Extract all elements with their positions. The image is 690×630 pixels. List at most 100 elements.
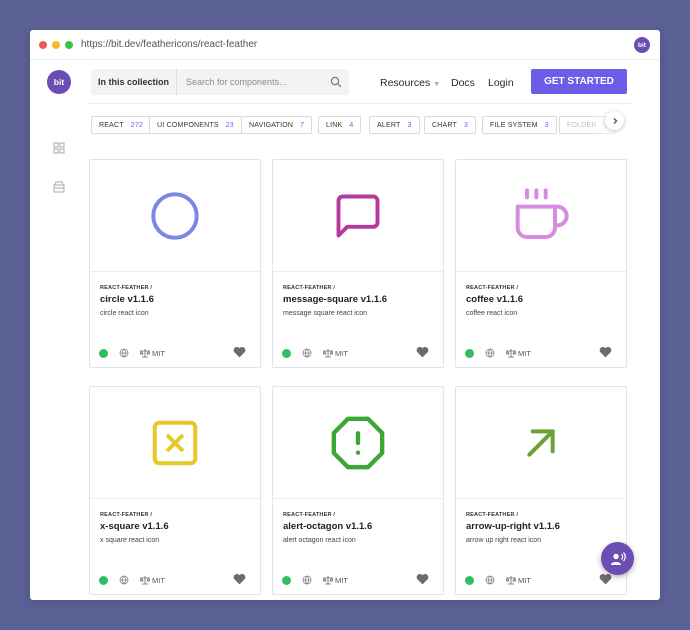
card-footer: MIT: [99, 346, 246, 359]
card-scope: REACT-FEATHER /: [283, 512, 336, 518]
card-preview: [456, 387, 626, 499]
status-dot: [465, 349, 474, 358]
chip-count: 272: [130, 121, 144, 129]
filter-chip-chart[interactable]: CHART 3: [424, 116, 477, 134]
search-scope-label[interactable]: In this collection: [91, 69, 178, 95]
circle-icon: [151, 191, 199, 240]
chip-label: ALERT: [377, 121, 401, 129]
status-dot: [282, 576, 291, 585]
status-dot: [465, 576, 474, 585]
close-window-dot[interactable]: [39, 41, 47, 49]
license-label: MIT: [506, 575, 531, 585]
chip-label: NAVIGATION: [249, 121, 294, 129]
license-label: MIT: [323, 348, 348, 358]
globe-icon: [302, 348, 312, 358]
chip-count: 3: [407, 121, 412, 129]
card-footer: MIT: [282, 573, 429, 586]
filter-chip-alert[interactable]: ALERT 3: [369, 116, 420, 134]
browser-titlebar: https://bit.dev/feathericons/react-feath…: [30, 30, 660, 60]
get-started-button[interactable]: GET STARTED: [531, 69, 627, 94]
search-input[interactable]: Search for components...: [177, 77, 330, 87]
heart-icon[interactable]: [599, 573, 612, 585]
component-card-circle[interactable]: REACT-FEATHER / circle v1.1.6 circle rea…: [89, 159, 261, 368]
card-title[interactable]: message-square v1.1.6: [283, 294, 387, 305]
license-label: MIT: [140, 575, 165, 585]
card-description: circle react icon: [100, 310, 149, 317]
card-title[interactable]: arrow-up-right v1.1.6: [466, 521, 560, 532]
chip-label: REACT: [99, 121, 124, 129]
maximize-window-dot[interactable]: [65, 41, 73, 49]
search-bar[interactable]: In this collection Search for components…: [91, 69, 349, 95]
search-icon[interactable]: [330, 76, 342, 88]
chevron-down-icon: ▼: [433, 81, 441, 88]
card-scope: REACT-FEATHER /: [100, 512, 153, 518]
address-bar-url[interactable]: https://bit.dev/feathericons/react-feath…: [81, 39, 257, 50]
heart-icon[interactable]: [233, 573, 246, 585]
component-card-alert-octagon[interactable]: REACT-FEATHER / alert-octagon v1.1.6 ale…: [272, 386, 444, 595]
arrow-up-right-icon: [527, 428, 555, 457]
card-description: x square react icon: [100, 537, 160, 544]
alert-octagon-icon: [331, 416, 385, 469]
docs-link[interactable]: Docs: [451, 77, 475, 89]
resources-menu[interactable]: Resources ▼: [380, 77, 440, 89]
bit-logo[interactable]: bit: [47, 70, 71, 94]
card-title[interactable]: circle v1.1.6: [100, 294, 154, 305]
chat-support-button[interactable]: [601, 542, 634, 575]
heart-icon[interactable]: [416, 346, 429, 358]
license-label: MIT: [140, 348, 165, 358]
chat-person-icon: [610, 551, 626, 565]
scale-icon: [506, 576, 516, 585]
filter-chip-link[interactable]: LINK 4: [318, 116, 362, 134]
license-text: MIT: [518, 348, 531, 358]
license-label: MIT: [323, 575, 348, 585]
chip-count: 3: [463, 121, 469, 129]
chip-count: 4: [349, 121, 354, 129]
card-description: arrow up right react icon: [466, 537, 542, 544]
globe-icon: [485, 575, 495, 585]
component-card-message-square[interactable]: REACT-FEATHER / message-square v1.1.6 me…: [272, 159, 444, 368]
minimize-window-dot[interactable]: [52, 41, 60, 49]
grid-icon[interactable]: [53, 142, 65, 154]
status-dot: [99, 576, 108, 585]
chip-label: UI COMPONENTS: [157, 121, 219, 129]
filter-chip-ui-components[interactable]: UI COMPONENTS 23: [149, 116, 242, 134]
scale-icon: [506, 349, 516, 358]
filter-chip-react[interactable]: REACT 272: [91, 116, 152, 134]
left-sidebar: bit: [30, 60, 88, 600]
package-icon[interactable]: [53, 181, 65, 193]
heart-icon[interactable]: [233, 346, 246, 358]
filter-chip-navigation[interactable]: NAVIGATION 7: [241, 116, 313, 134]
filter-chip-file-system[interactable]: FILE SYSTEM 3: [482, 116, 557, 134]
login-link[interactable]: Login: [488, 77, 514, 89]
scroll-chips-right-button[interactable]: [605, 111, 624, 130]
chevron-right-icon: [613, 117, 617, 124]
globe-icon: [485, 348, 495, 358]
browser-window: https://bit.dev/feathericons/react-feath…: [30, 30, 660, 600]
message-square-icon: [336, 194, 380, 237]
heart-icon[interactable]: [599, 346, 612, 358]
resources-label: Resources: [380, 77, 431, 89]
component-card-coffee[interactable]: REACT-FEATHER / coffee v1.1.6 coffee rea…: [455, 159, 627, 368]
card-description: alert octagon react icon: [283, 537, 356, 544]
component-card-x-square[interactable]: REACT-FEATHER / x-square v1.1.6 x square…: [89, 386, 261, 595]
status-dot: [282, 349, 291, 358]
chip-label: CHART: [432, 121, 457, 129]
card-preview: [90, 387, 260, 499]
card-scope: REACT-FEATHER /: [466, 512, 519, 518]
license-label: MIT: [506, 348, 531, 358]
card-preview: [90, 160, 260, 272]
scale-icon: [323, 349, 333, 358]
card-scope: REACT-FEATHER /: [100, 285, 153, 291]
card-description: coffee react icon: [466, 310, 518, 317]
heart-icon[interactable]: [416, 573, 429, 585]
license-text: MIT: [335, 575, 348, 585]
card-title[interactable]: x-square v1.1.6: [100, 521, 169, 532]
browser-extension-avatar[interactable]: bit: [634, 37, 650, 53]
globe-icon: [119, 575, 129, 585]
card-footer: MIT: [282, 346, 429, 359]
chip-count: 7: [300, 121, 305, 129]
card-title[interactable]: coffee v1.1.6: [466, 294, 523, 305]
card-title[interactable]: alert-octagon v1.1.6: [283, 521, 372, 532]
scale-icon: [140, 349, 150, 358]
globe-icon: [302, 575, 312, 585]
